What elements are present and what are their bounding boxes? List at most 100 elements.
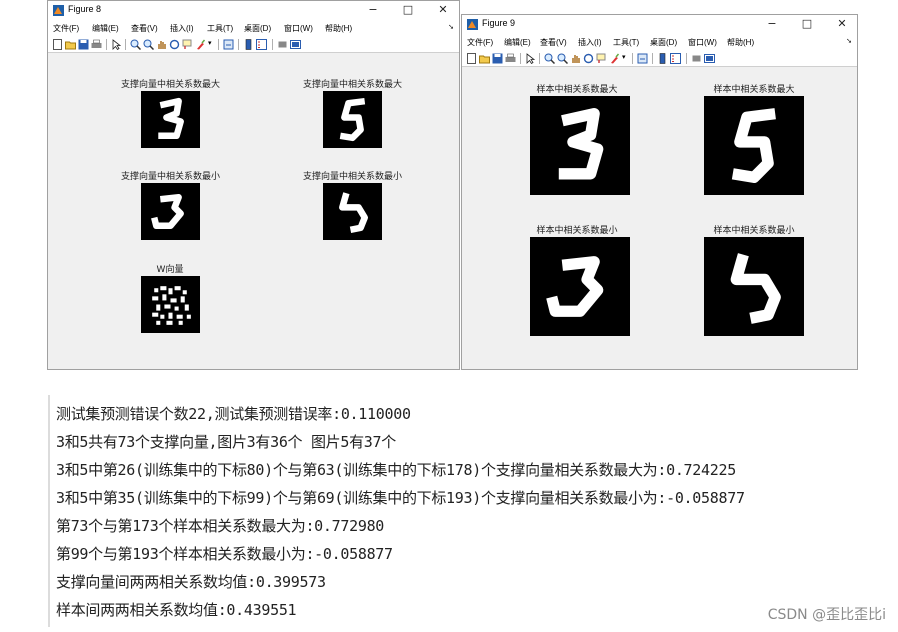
- menu-help[interactable]: 帮助(H): [325, 23, 352, 34]
- colorbar-icon[interactable]: [657, 53, 668, 64]
- brush-icon[interactable]: [609, 53, 620, 64]
- subplot-title: 支撑向量中相关系数最小: [302, 172, 402, 182]
- figure-9-window: Figure 9 − □ ✕ 文件(F) 编辑(E) 查看(V) 插入(I) 工…: [461, 14, 858, 370]
- maximize-button[interactable]: □: [796, 16, 818, 32]
- toolbar-separator: [272, 39, 273, 50]
- menu-view[interactable]: 查看(V): [131, 23, 158, 34]
- rotate-icon[interactable]: [169, 39, 180, 50]
- new-figure-icon[interactable]: [466, 53, 477, 64]
- menu-insert[interactable]: 插入(I): [578, 37, 602, 48]
- figure-toolbar: ▾: [48, 36, 459, 53]
- print-icon[interactable]: [505, 53, 516, 64]
- toolbar-separator: [125, 39, 126, 50]
- brush-dropdown-icon[interactable]: ▾: [208, 39, 212, 47]
- menu-edit[interactable]: 编辑(E): [92, 23, 119, 34]
- subplot-title: W向量: [156, 265, 184, 275]
- rotate-icon[interactable]: [583, 53, 594, 64]
- toolbar-separator: [652, 53, 653, 64]
- digit-image-5: [323, 183, 382, 240]
- menu-desktop[interactable]: 桌面(D): [244, 23, 271, 34]
- console-line: 测试集预测错误个数22,测试集预测错误率:0.110000: [56, 405, 411, 423]
- subplot-title: 样本中相关系数最大: [536, 85, 618, 95]
- toolbar-separator: [539, 53, 540, 64]
- data-cursor-icon[interactable]: [182, 39, 193, 50]
- figure-toolbar: ▾: [462, 50, 857, 67]
- close-button[interactable]: ✕: [432, 2, 454, 18]
- zoom-in-icon[interactable]: [130, 39, 141, 50]
- w-vector-image: [141, 276, 200, 333]
- toolbar-separator: [218, 39, 219, 50]
- print-icon[interactable]: [91, 39, 102, 50]
- command-window-output: 测试集预测错误个数22,测试集预测错误率:0.110000 3和5共有73个支撑…: [48, 395, 888, 627]
- console-line: 3和5中第35(训练集中的下标99)个与第69(训练集中的下标193)个支撑向量…: [56, 489, 745, 507]
- pan-icon[interactable]: [156, 39, 167, 50]
- subplot-title: 样本中相关系数最小: [713, 226, 795, 236]
- console-line: 3和5共有73个支撑向量,图片3有36个 图片5有37个: [56, 433, 396, 451]
- hide-plot-tools-icon[interactable]: [277, 39, 288, 50]
- menu-tools[interactable]: 工具(T): [613, 37, 639, 48]
- menu-window[interactable]: 窗口(W): [284, 23, 313, 34]
- data-cursor-icon[interactable]: [596, 53, 607, 64]
- pan-icon[interactable]: [570, 53, 581, 64]
- toolbar-separator: [520, 53, 521, 64]
- toolbar-separator: [106, 39, 107, 50]
- menu-bar: 文件(F) 编辑(E) 查看(V) 插入(I) 工具(T) 桌面(D) 窗口(W…: [462, 34, 857, 50]
- title-bar[interactable]: Figure 8 − □ ✕: [48, 1, 459, 20]
- matlab-icon: [467, 19, 478, 30]
- show-plot-tools-icon[interactable]: [290, 39, 301, 50]
- window-title: Figure 8: [68, 4, 102, 14]
- menu-window[interactable]: 窗口(W): [688, 37, 717, 48]
- digit-image-3: [530, 96, 630, 195]
- toolbar-separator: [686, 53, 687, 64]
- legend-icon[interactable]: [670, 53, 681, 64]
- window-title: Figure 9: [482, 18, 516, 28]
- open-icon[interactable]: [479, 53, 490, 64]
- menu-desktop[interactable]: 桌面(D): [650, 37, 677, 48]
- save-icon[interactable]: [492, 53, 503, 64]
- colorbar-icon[interactable]: [243, 39, 254, 50]
- brush-icon[interactable]: [195, 39, 206, 50]
- menu-file[interactable]: 文件(F): [53, 23, 79, 34]
- link-icon[interactable]: [637, 53, 648, 64]
- close-button[interactable]: ✕: [831, 16, 853, 32]
- toolbar-separator: [632, 53, 633, 64]
- console-line: 支撑向量间两两相关系数均值:0.399573: [56, 573, 326, 591]
- watermark: CSDN @歪比歪比i: [767, 607, 886, 623]
- legend-icon[interactable]: [256, 39, 267, 50]
- figure-8-window: Figure 8 − □ ✕ 文件(F) 编辑(E) 查看(V) 插入(I) 工…: [47, 0, 460, 370]
- toolbar-separator: [238, 39, 239, 50]
- menu-help[interactable]: 帮助(H): [727, 37, 754, 48]
- zoom-out-icon[interactable]: [557, 53, 568, 64]
- pointer-icon[interactable]: [111, 39, 122, 50]
- zoom-in-icon[interactable]: [544, 53, 555, 64]
- figure-canvas: 样本中相关系数最大 样本中相关系数最大 样本中相关系数最小 样本中相关系数最小: [462, 67, 857, 369]
- hide-plot-tools-icon[interactable]: [691, 53, 702, 64]
- figure-canvas: 支撑向量中相关系数最大 支撑向量中相关系数最大 支撑向量中相关系数最小 支撑向量…: [48, 53, 459, 369]
- dock-arrow-icon[interactable]: ➘: [448, 23, 454, 31]
- console-line: 3和5中第26(训练集中的下标80)个与第63(训练集中的下标178)个支撑向量…: [56, 461, 736, 479]
- minimize-button[interactable]: −: [761, 16, 783, 32]
- console-line: 第73个与第173个样本相关系数最大为:0.772980: [56, 517, 385, 535]
- menu-file[interactable]: 文件(F): [467, 37, 493, 48]
- open-icon[interactable]: [65, 39, 76, 50]
- minimize-button[interactable]: −: [362, 2, 384, 18]
- subplot-title: 支撑向量中相关系数最大: [120, 80, 220, 90]
- menu-view[interactable]: 查看(V): [540, 37, 567, 48]
- save-icon[interactable]: [78, 39, 89, 50]
- digit-image-5: [704, 96, 804, 195]
- title-bar[interactable]: Figure 9 − □ ✕: [462, 15, 857, 34]
- show-plot-tools-icon[interactable]: [704, 53, 715, 64]
- menu-tools[interactable]: 工具(T): [207, 23, 233, 34]
- zoom-out-icon[interactable]: [143, 39, 154, 50]
- menu-insert[interactable]: 插入(I): [170, 23, 194, 34]
- link-icon[interactable]: [223, 39, 234, 50]
- dock-arrow-icon[interactable]: ➘: [846, 37, 852, 45]
- digit-image-3: [141, 91, 200, 148]
- maximize-button[interactable]: □: [397, 2, 419, 18]
- matlab-icon: [53, 5, 64, 16]
- pointer-icon[interactable]: [525, 53, 536, 64]
- menu-edit[interactable]: 编辑(E): [504, 37, 531, 48]
- new-figure-icon[interactable]: [52, 39, 63, 50]
- brush-dropdown-icon[interactable]: ▾: [622, 53, 626, 61]
- subplot-title: 样本中相关系数最小: [536, 226, 618, 236]
